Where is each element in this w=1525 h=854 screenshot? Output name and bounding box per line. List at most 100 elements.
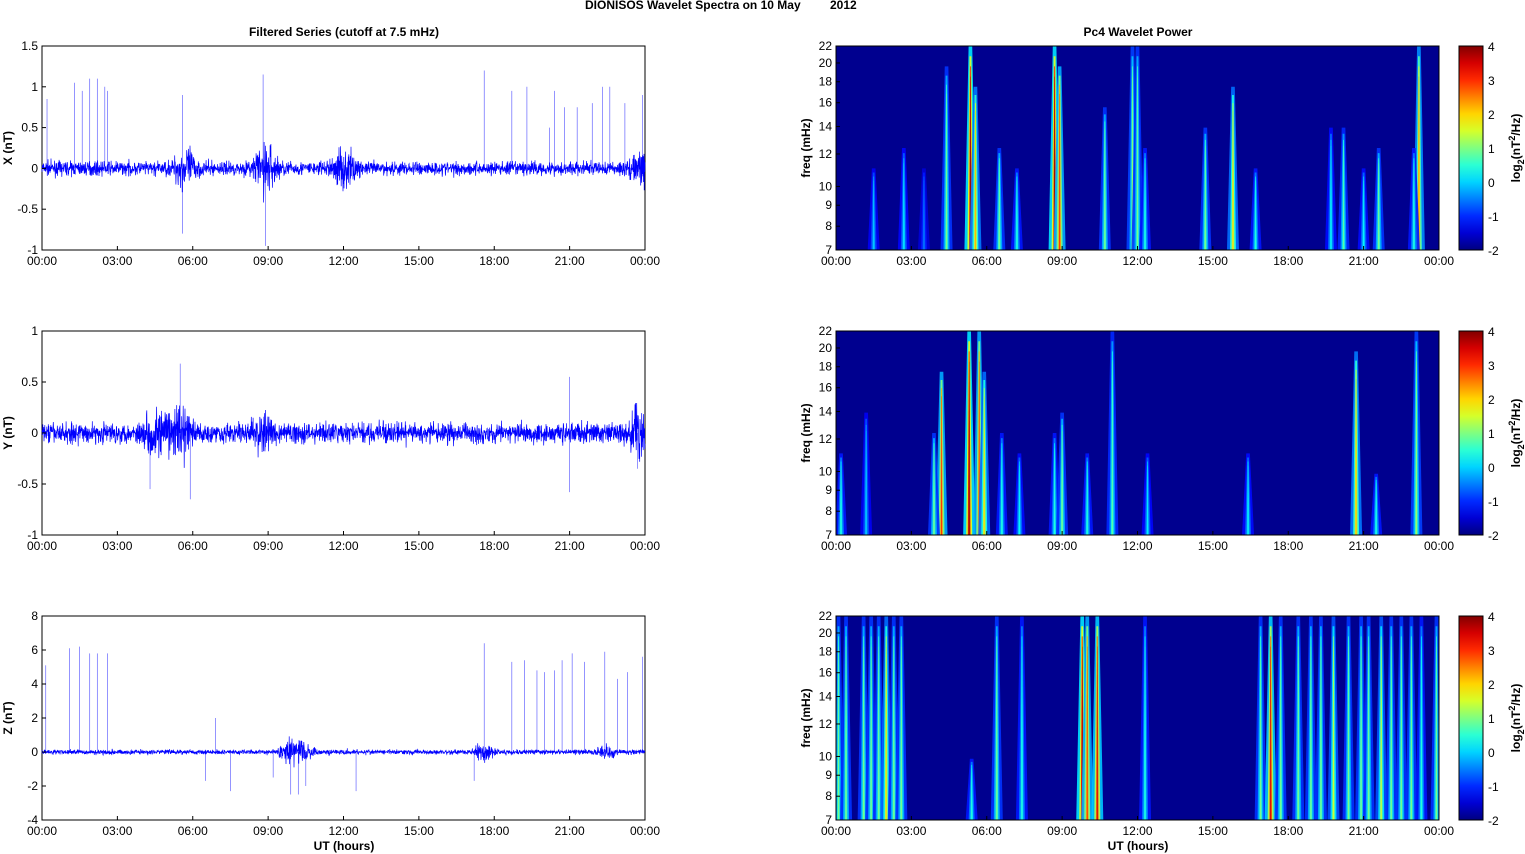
colorbar-tick-label: 2 [1488,393,1495,407]
colorbar-tick-label: 1 [1488,142,1495,156]
colorbar-tick-label: 4 [1488,325,1495,339]
x-axis-0-tick-label: 21:00 [555,254,585,268]
y-tick-label: -2 [27,779,38,793]
colorbar-tick-label: 2 [1488,678,1495,692]
freq-tick-label: 14 [819,120,833,134]
y-tick-label: 8 [31,609,38,623]
y-axis-label: Z (nT) [1,701,15,734]
freq-axis-label: freq (mHz) [799,403,813,462]
spec-x-axis-0-tick-label: 15:00 [1198,254,1228,268]
colorbar-tick-label: 1 [1488,712,1495,726]
x-axis-1-tick-label: 09:00 [253,539,283,553]
figure-year: 2012 [830,0,857,12]
y-axis-label: X (nT) [1,131,15,165]
x-axis-0-tick-label: 06:00 [178,254,208,268]
freq-tick-label: 9 [825,768,832,782]
x-axis-2-tick-label: 21:00 [555,824,585,838]
freq-tick-label: 16 [819,381,833,395]
freq-tick-label: 10 [819,749,833,763]
x-axis-2-tick-label: 00:00 [630,824,660,838]
spec-x-axis-0-tick-label: 12:00 [1122,254,1152,268]
spec-x-axis-1-tick-label: 00:00 [1424,539,1454,553]
freq-tick-label: 8 [825,219,832,233]
colorbar-tick-label: -2 [1488,814,1499,828]
y-tick-label: -0.5 [17,202,38,216]
freq-tick-label: 9 [825,198,832,212]
y-tick-label: 2 [31,711,38,725]
freq-tick-label: 16 [819,666,833,680]
colorbar-tick-label: 0 [1488,176,1495,190]
freq-tick-label: 14 [819,405,833,419]
colorbar-0 [1458,45,1484,251]
x-axis-0-tick-label: 12:00 [328,254,358,268]
freq-tick-label: 12 [819,147,833,161]
freq-tick-label: 12 [819,432,833,446]
left-xlabel: UT (hours) [314,839,375,853]
freq-tick-label: 9 [825,483,832,497]
spec-x-axis-2-tick-label: 15:00 [1198,824,1228,838]
x-axis-1-tick-label: 15:00 [404,539,434,553]
spec-x-axis-1-tick-label: 21:00 [1349,539,1379,553]
spec-x-axis-0-tick-label: 03:00 [896,254,926,268]
freq-tick-label: 14 [819,690,833,704]
spec-x-axis-1-tick-label: 15:00 [1198,539,1228,553]
x-axis-0-tick-label: 03:00 [102,254,132,268]
spec-x-axis-1-tick-label: 00:00 [821,539,851,553]
spec-x-axis-2-tick-label: 12:00 [1122,824,1152,838]
freq-axis-label: freq (mHz) [799,688,813,747]
y-tick-label: -0.5 [17,477,38,491]
spec-x-axis-2-tick-label: 00:00 [821,824,851,838]
spec-x-axis-1-tick-label: 09:00 [1047,539,1077,553]
colorbar-1 [1458,330,1484,536]
colorbar-tick-label: -1 [1488,495,1499,509]
spec-x-axis-1-tick-label: 18:00 [1273,539,1303,553]
x-axis-0-tick-label: 15:00 [404,254,434,268]
colorbar-tick-label: -2 [1488,244,1499,258]
x-axis-1-tick-label: 00:00 [27,539,57,553]
colorbar-tick-label: 4 [1488,40,1495,54]
colorbar-tick-label: 1 [1488,427,1495,441]
colorbar-label: log2(nT2/Hz) [1507,114,1525,183]
x-axis-2-tick-label: 09:00 [253,824,283,838]
y-axis-label: Y (nT) [1,416,15,450]
freq-tick-label: 16 [819,96,833,110]
x-axis-2-tick-label: 15:00 [404,824,434,838]
spec-x-axis-2-tick-label: 18:00 [1273,824,1303,838]
freq-tick-label: 10 [819,464,833,478]
spec-x-axis-0-tick-label: 06:00 [972,254,1002,268]
freq-tick-label: 8 [825,789,832,803]
x-axis-1-tick-label: 18:00 [479,539,509,553]
right-xlabel: UT (hours) [1108,839,1169,853]
colorbar-tick-label: 3 [1488,644,1495,658]
spec-x-axis-1-tick-label: 03:00 [896,539,926,553]
x-axis-2-tick-label: 00:00 [27,824,57,838]
spec-x-axis-0-tick-label: 18:00 [1273,254,1303,268]
freq-tick-label: 10 [819,179,833,193]
x-axis-1-tick-label: 12:00 [328,539,358,553]
figure-canvas: DIONISOS Wavelet Spectra on 10 May 2012 … [1,0,1525,853]
colorbar-2 [1458,615,1484,821]
y-tick-label: 1 [31,80,38,94]
spec-x-axis-0-tick-label: 21:00 [1349,254,1379,268]
x-axis-2-tick-label: 18:00 [479,824,509,838]
freq-tick-label: 12 [819,717,833,731]
x-axis-2-tick-label: 03:00 [102,824,132,838]
colorbar-tick-label: 3 [1488,359,1495,373]
freq-tick-label: 22 [819,609,833,623]
figure: DIONISOS Wavelet Spectra on 10 May 2012 … [0,0,1525,854]
colorbar-label: log2(nT2/Hz) [1507,684,1525,753]
spec-x-axis-1-tick-label: 12:00 [1122,539,1152,553]
spec-x-axis-0-tick-label: 00:00 [1424,254,1454,268]
x-axis-0-tick-label: 00:00 [630,254,660,268]
x-axis-0-tick-label: 09:00 [253,254,283,268]
y-tick-label: 1.5 [21,39,38,53]
y-tick-label: 0.5 [21,375,38,389]
spectrogram-background-1 [836,331,1439,535]
freq-tick-label: 20 [819,341,833,355]
y-tick-label: 6 [31,643,38,657]
colorbar-label: log2(nT2/Hz) [1507,399,1525,468]
spec-x-axis-1-tick-label: 06:00 [972,539,1002,553]
x-axis-0-tick-label: 18:00 [479,254,509,268]
spec-x-axis-2-tick-label: 21:00 [1349,824,1379,838]
y-tick-label: 4 [31,677,38,691]
